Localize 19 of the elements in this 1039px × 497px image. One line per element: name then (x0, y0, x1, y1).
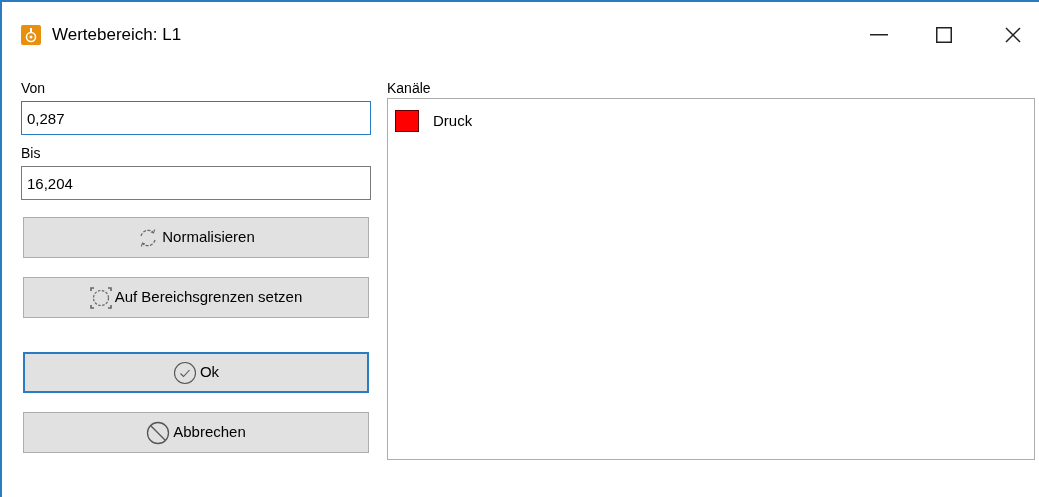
close-icon[interactable] (1005, 26, 1021, 43)
field-label: Bis (21, 145, 42, 162)
channels-label: Kanäle (387, 80, 432, 98)
input-field[interactable]: 0,287 (21, 101, 371, 135)
dialog-button[interactable]: Auf Bereichsgrenzen setzen (23, 277, 369, 318)
channel-name[interactable]: Druck (433, 109, 473, 133)
dialog-button[interactable]: Normalisieren (23, 217, 369, 258)
cancel-icon (146, 420, 171, 445)
dialog-button[interactable]: Ok (23, 352, 369, 393)
input-field[interactable]: 16,204 (21, 166, 371, 200)
check-icon (172, 360, 197, 385)
field-label: Von (21, 80, 47, 97)
app-icon (21, 24, 41, 45)
dialog-button[interactable]: Abbrechen (23, 412, 369, 453)
window-title: Wertebereich: L1 (52, 23, 182, 46)
minimize-icon[interactable] (870, 33, 888, 36)
bounds-icon (89, 286, 112, 309)
maximize-icon[interactable] (936, 26, 952, 43)
channel-list[interactable]: Druck (387, 98, 1035, 460)
